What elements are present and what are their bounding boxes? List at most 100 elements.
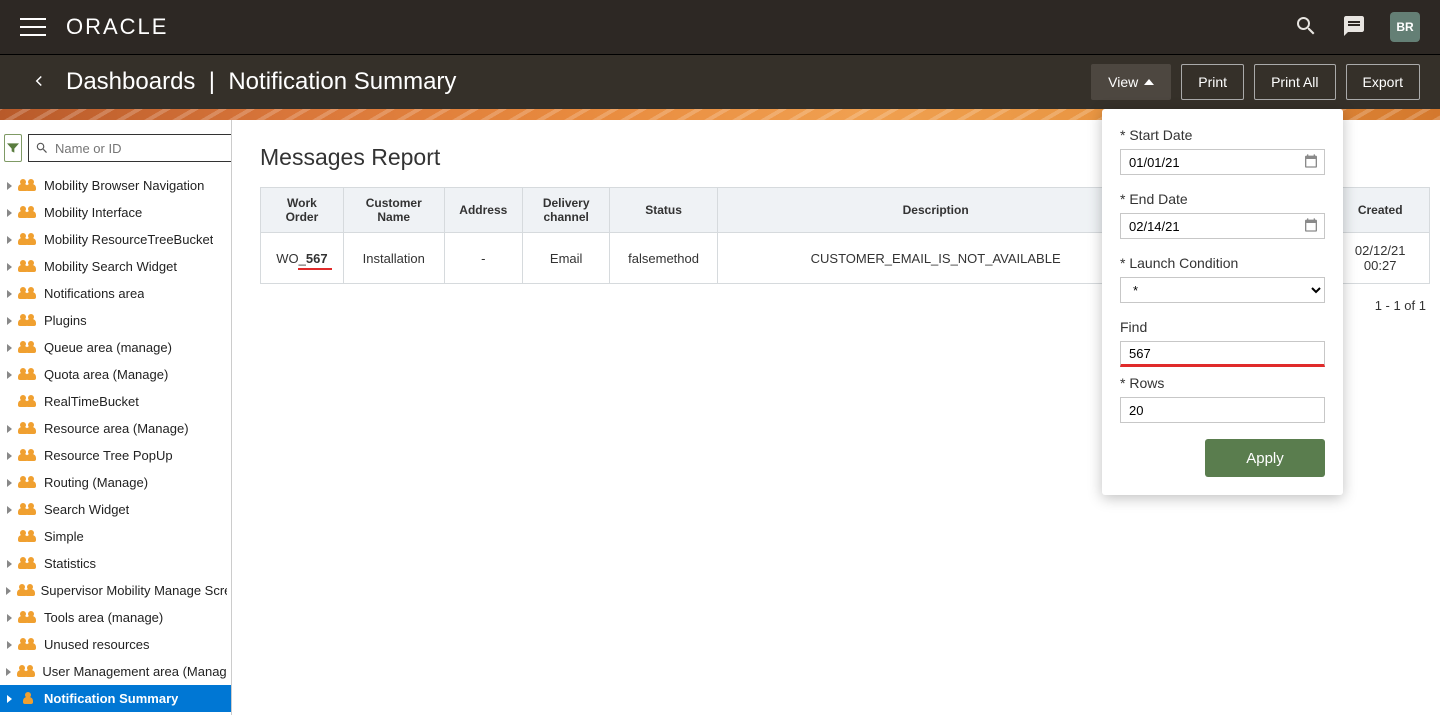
- chevron-right-icon: [4, 614, 14, 622]
- chevron-right-icon: [4, 371, 14, 379]
- export-button[interactable]: Export: [1346, 64, 1420, 100]
- sidebar-item-label: Notification Summary: [44, 691, 178, 706]
- view-button[interactable]: View: [1091, 64, 1171, 100]
- sidebar-item-label: Quota area (Manage): [44, 367, 168, 382]
- sidebar-item[interactable]: Mobility Search Widget: [0, 253, 231, 280]
- breadcrumb-page: Notification Summary: [228, 68, 456, 95]
- chevron-right-icon: [4, 641, 14, 649]
- calendar-icon[interactable]: [1303, 217, 1319, 236]
- table-header[interactable]: Deliverychannel: [523, 188, 610, 233]
- chevron-right-icon: [4, 533, 14, 541]
- sidebar-item[interactable]: Resource Tree PopUp: [0, 442, 231, 469]
- sidebar-item-label: Resource area (Manage): [44, 421, 189, 436]
- sidebar-item[interactable]: Mobility Interface: [0, 199, 231, 226]
- group-icon: [20, 395, 38, 409]
- table-header[interactable]: Description: [717, 188, 1154, 233]
- sidebar-item-label: Plugins: [44, 313, 87, 328]
- table-header[interactable]: CustomerName: [343, 188, 444, 233]
- group-icon: [20, 260, 38, 274]
- search-icon: [35, 141, 49, 155]
- print-all-button[interactable]: Print All: [1254, 64, 1335, 100]
- sidebar-item-label: Mobility Interface: [44, 205, 142, 220]
- group-icon: [20, 287, 38, 301]
- group-icon: [20, 341, 38, 355]
- sidebar-item-label: Tools area (manage): [44, 610, 163, 625]
- print-button[interactable]: Print: [1181, 64, 1244, 100]
- avatar[interactable]: BR: [1390, 12, 1420, 42]
- sidebar-item[interactable]: Queue area (manage): [0, 334, 231, 361]
- group-icon: [20, 611, 38, 625]
- rows-input[interactable]: [1120, 397, 1325, 423]
- group-icon: [20, 422, 38, 436]
- start-date-input[interactable]: [1120, 149, 1325, 175]
- chat-icon[interactable]: [1342, 14, 1366, 41]
- sidebar-item-label: Mobility Browser Navigation: [44, 178, 204, 193]
- sidebar-item-label: Statistics: [44, 556, 96, 571]
- filter-icon[interactable]: [4, 134, 22, 162]
- sidebar-item[interactable]: Supervisor Mobility Manage Screens: [0, 577, 231, 604]
- sidebar-search[interactable]: [28, 134, 232, 162]
- group-icon: [20, 530, 38, 544]
- search-icon[interactable]: [1294, 14, 1318, 41]
- breadcrumb-bar: Dashboards | Notification Summary View P…: [0, 54, 1440, 109]
- find-input[interactable]: [1120, 341, 1325, 367]
- group-icon: [20, 206, 38, 220]
- topbar: ORACLE BR: [0, 0, 1440, 54]
- end-date-input[interactable]: [1120, 213, 1325, 239]
- group-icon: [20, 179, 38, 193]
- launch-condition-select[interactable]: *: [1120, 277, 1325, 303]
- group-icon: [19, 584, 35, 598]
- table-header[interactable]: Address: [444, 188, 522, 233]
- launch-condition-label: * Launch Condition: [1120, 255, 1325, 271]
- table-cell: WO_567: [261, 233, 344, 284]
- sidebar-item[interactable]: Notification Summary: [0, 685, 231, 712]
- group-icon: [20, 449, 38, 463]
- sidebar-item[interactable]: Simple: [0, 523, 231, 550]
- chevron-right-icon: [4, 344, 14, 352]
- table-header[interactable]: WorkOrder: [261, 188, 344, 233]
- table-cell: falsemethod: [610, 233, 717, 284]
- chevron-right-icon: [4, 317, 14, 325]
- sidebar-item[interactable]: Notifications area: [0, 280, 231, 307]
- find-label: Find: [1120, 319, 1325, 335]
- table-cell: -: [444, 233, 522, 284]
- sidebar-item-label: Queue area (manage): [44, 340, 172, 355]
- chevron-right-icon: [4, 398, 14, 406]
- sidebar-item-label: Resource Tree PopUp: [44, 448, 173, 463]
- sidebar-item-label: Notifications area: [44, 286, 144, 301]
- sidebar-item-label: Search Widget: [44, 502, 129, 517]
- sidebar-item[interactable]: User Management area (Manage): [0, 658, 231, 685]
- back-icon[interactable]: [30, 72, 50, 92]
- table-header[interactable]: Created: [1331, 188, 1430, 233]
- sidebar-item-label: Mobility Search Widget: [44, 259, 177, 274]
- sidebar-item[interactable]: Search Widget: [0, 496, 231, 523]
- chevron-right-icon: [4, 695, 14, 703]
- sidebar-search-input[interactable]: [49, 141, 231, 156]
- logo: ORACLE: [66, 14, 168, 40]
- table-header[interactable]: Status: [610, 188, 717, 233]
- table-cell: CUSTOMER_EMAIL_IS_NOT_AVAILABLE: [717, 233, 1154, 284]
- nav-tree: Mobility Browser Navigation Mobility Inte…: [0, 172, 231, 712]
- group-icon: [20, 692, 38, 706]
- sidebar-item[interactable]: Resource area (Manage): [0, 415, 231, 442]
- sidebar-item[interactable]: Quota area (Manage): [0, 361, 231, 388]
- sidebar-item-label: User Management area (Manage): [42, 664, 227, 679]
- sidebar-item[interactable]: Routing (Manage): [0, 469, 231, 496]
- menu-icon[interactable]: [20, 18, 46, 36]
- chevron-right-icon: [4, 560, 14, 568]
- calendar-icon[interactable]: [1303, 153, 1319, 172]
- sidebar-item[interactable]: RealTimeBucket: [0, 388, 231, 415]
- apply-button[interactable]: Apply: [1205, 439, 1325, 477]
- chevron-right-icon: [4, 506, 14, 514]
- table-cell: Installation: [343, 233, 444, 284]
- breadcrumb-dashboards[interactable]: Dashboards: [66, 68, 195, 95]
- sidebar-item[interactable]: Unused resources: [0, 631, 231, 658]
- sidebar-item[interactable]: Mobility ResourceTreeBucket: [0, 226, 231, 253]
- sidebar-item[interactable]: Plugins: [0, 307, 231, 334]
- end-date-label: * End Date: [1120, 191, 1325, 207]
- view-panel: * Start Date * End Date * Launch Conditi…: [1102, 109, 1343, 495]
- sidebar-item[interactable]: Tools area (manage): [0, 604, 231, 631]
- sidebar-item[interactable]: Mobility Browser Navigation: [0, 172, 231, 199]
- group-icon: [20, 314, 38, 328]
- sidebar-item[interactable]: Statistics: [0, 550, 231, 577]
